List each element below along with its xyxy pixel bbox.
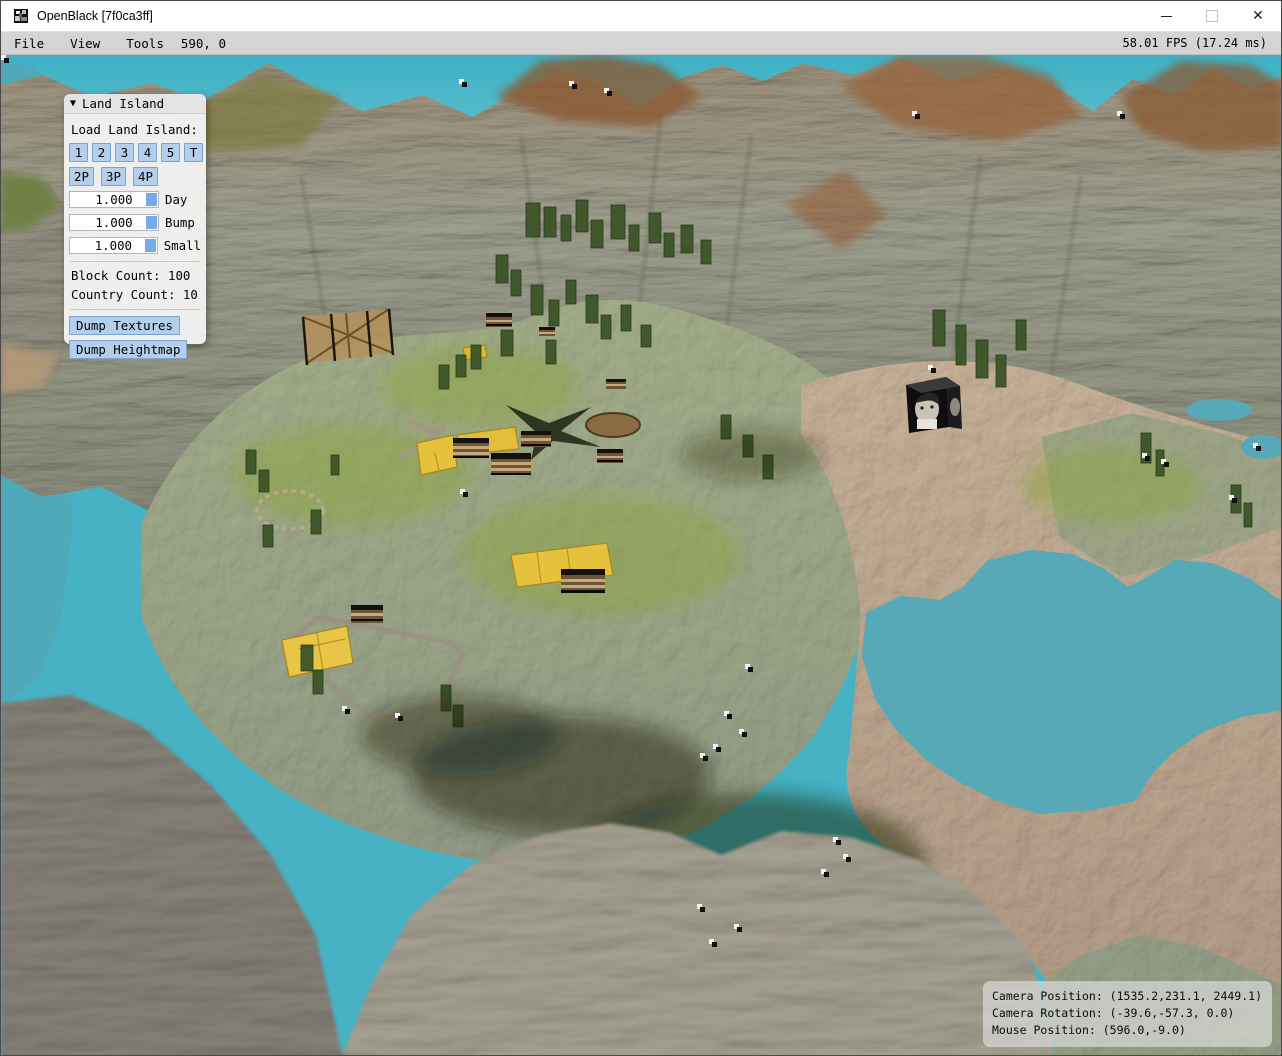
minimize-button[interactable] <box>1143 1 1189 31</box>
day-label: Day <box>165 192 188 207</box>
bump-drag-handle[interactable] <box>146 216 157 229</box>
fps-counter: 58.01 FPS (17.24 ms) <box>1122 36 1268 50</box>
small-label: Small <box>163 238 201 253</box>
land-island-panel: ▼ Land Island Load Land Island: 1 2 3 4 … <box>64 94 206 359</box>
camera-debug-overlay: Camera Position: (1535.2,231.1, 2449.1) … <box>982 981 1272 1047</box>
bump-label: Bump <box>165 215 195 230</box>
load-island-1-button[interactable]: 1 <box>69 143 88 162</box>
block-count: Block Count: 100 <box>71 268 191 283</box>
load-island-2-button[interactable]: 2 <box>92 143 111 162</box>
country-count: Country Count: 10 <box>71 287 198 302</box>
camera-position-line: Camera Position: (1535.2,231.1, 2449.1) <box>991 989 1262 1003</box>
small-drag-input[interactable]: 1.000 <box>69 237 158 254</box>
day-drag-handle[interactable] <box>146 193 157 206</box>
close-icon: ✕ <box>1252 8 1264 24</box>
load-island-4-button[interactable]: 4 <box>138 143 157 162</box>
load-island-5-button[interactable]: 5 <box>161 143 180 162</box>
player-button-row: 2P 3P 4P <box>69 167 201 186</box>
dump-textures-button[interactable]: Dump Textures <box>69 316 180 335</box>
maximize-button[interactable] <box>1189 1 1235 31</box>
camera-rotation-line: Camera Rotation: (-39.6,-57.3, 0.0) <box>991 1006 1235 1020</box>
load-island-4p-button[interactable]: 4P <box>133 167 158 186</box>
day-drag-input[interactable]: 1.000 <box>69 191 159 208</box>
window-title: OpenBlack [7f0ca3ff] <box>37 9 153 23</box>
menu-tools[interactable]: Tools <box>113 36 177 51</box>
menu-view[interactable]: View <box>57 36 113 51</box>
small-slider-row: 1.000 Small <box>69 237 201 254</box>
day-value: 1.000 <box>95 192 133 207</box>
mouse-position-line: Mouse Position: (596.0,-9.0) <box>991 1023 1186 1037</box>
small-drag-handle[interactable] <box>144 239 156 252</box>
island-button-row: 1 2 3 4 5 T <box>69 143 203 162</box>
titlebar[interactable]: OpenBlack [7f0ca3ff] ✕ <box>1 1 1281 32</box>
photo-cube <box>906 377 962 433</box>
separator <box>70 309 200 310</box>
load-island-3-button[interactable]: 3 <box>115 143 134 162</box>
viewport-3d[interactable]: ▼ Land Island Load Land Island: 1 2 3 4 … <box>1 55 1281 1055</box>
dump-heightmap-button[interactable]: Dump Heightmap <box>69 340 188 359</box>
bump-drag-input[interactable]: 1.000 <box>69 214 159 231</box>
menu-bar: File View Tools 590, 0 58.01 FPS (17.24 … <box>1 32 1281 55</box>
separator <box>70 261 200 262</box>
collapse-arrow-icon[interactable]: ▼ <box>70 98 76 109</box>
day-slider-row: 1.000 Day <box>69 191 201 208</box>
app-icon <box>14 9 28 23</box>
panel-title: Land Island <box>82 96 165 111</box>
load-island-2p-button[interactable]: 2P <box>69 167 94 186</box>
load-island-t-button[interactable]: T <box>184 143 203 162</box>
close-button[interactable]: ✕ <box>1235 1 1281 31</box>
bump-slider-row: 1.000 Bump <box>69 214 201 231</box>
small-value: 1.000 <box>94 238 132 253</box>
menu-coordinates: 590, 0 <box>180 35 227 51</box>
maximize-icon <box>1206 10 1218 22</box>
app-window: OpenBlack [7f0ca3ff] ✕ File View Tools 5… <box>0 0 1282 1056</box>
load-island-3p-button[interactable]: 3P <box>101 167 126 186</box>
menu-file[interactable]: File <box>1 36 57 51</box>
load-land-island-label: Load Land Island: <box>71 122 198 137</box>
minimize-icon <box>1160 15 1172 17</box>
land-island-panel-header[interactable]: ▼ Land Island <box>64 94 206 114</box>
bump-value: 1.000 <box>95 215 133 230</box>
